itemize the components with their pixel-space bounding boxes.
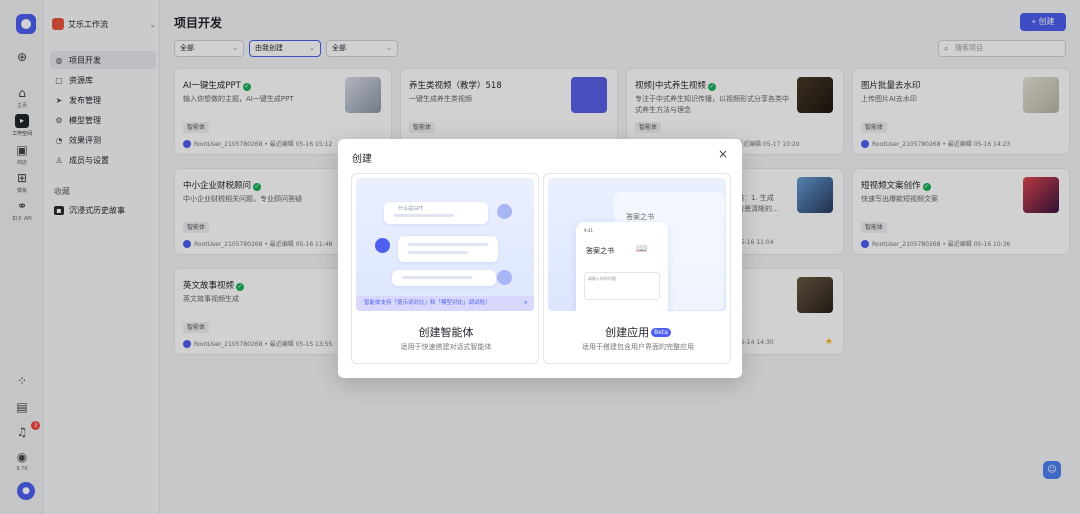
book-icon: 📖 <box>636 244 648 254</box>
phone-mockup: 9:41 答案之书 📖 请输入你的问题 <box>576 222 668 311</box>
agent-option-title: 创建智能体 <box>418 326 474 339</box>
user-avatar-icon <box>497 270 512 285</box>
phone-time: 9:41 <box>584 228 593 233</box>
prompt-bubble: 什么是GPT <box>384 202 488 224</box>
phone-title: 答案之书 <box>586 247 614 255</box>
text-line <box>402 276 472 279</box>
modal-title: 创建 <box>352 154 372 165</box>
app-preview: 答案之书 9:41 答案之书 📖 请输入你的问题 <box>548 178 726 311</box>
phone-input-hint: 请输入你的问题 <box>588 276 616 281</box>
text-line <box>408 251 468 254</box>
create-modal: 创建 × 什么是GPT 智能体支持「提示词对比」和「模型对比」调试啦！ × 创建智… <box>338 139 742 378</box>
user-avatar-icon <box>497 204 512 219</box>
agent-preview: 什么是GPT 智能体支持「提示词对比」和「模型对比」调试啦！ × <box>356 178 534 311</box>
prompt-bubble <box>392 270 496 286</box>
create-app-option[interactable]: 答案之书 9:41 答案之书 📖 请输入你的问题 创建应用 Beta 适用于搭建包… <box>543 173 731 364</box>
create-agent-option[interactable]: 什么是GPT 智能体支持「提示词对比」和「模型对比」调试啦！ × 创建智能体 适用… <box>351 173 539 364</box>
bot-avatar-icon <box>375 238 390 253</box>
agent-option-subtitle: 适用于快速搭建对话式智能体 <box>400 343 492 351</box>
tip-close-icon[interactable]: × <box>523 296 528 311</box>
app-option-title: 创建应用 Beta <box>544 324 730 340</box>
preview-back-title: 答案之书 <box>626 213 654 221</box>
app-option-subtitle: 适用于搭建包含用户界面的完整应用 <box>582 343 694 351</box>
app-option-title-text: 创建应用 <box>605 326 650 339</box>
feature-tip-text: 智能体支持「提示词对比」和「模型对比」调试啦！ <box>364 300 491 306</box>
text-line <box>408 243 488 246</box>
beta-badge: Beta <box>651 328 671 337</box>
close-icon[interactable]: × <box>716 147 730 161</box>
answer-bubble <box>398 236 498 262</box>
prompt-text: 什么是GPT <box>398 206 423 212</box>
text-line <box>394 214 454 217</box>
feature-tip: 智能体支持「提示词对比」和「模型对比」调试啦！ × <box>356 296 534 311</box>
